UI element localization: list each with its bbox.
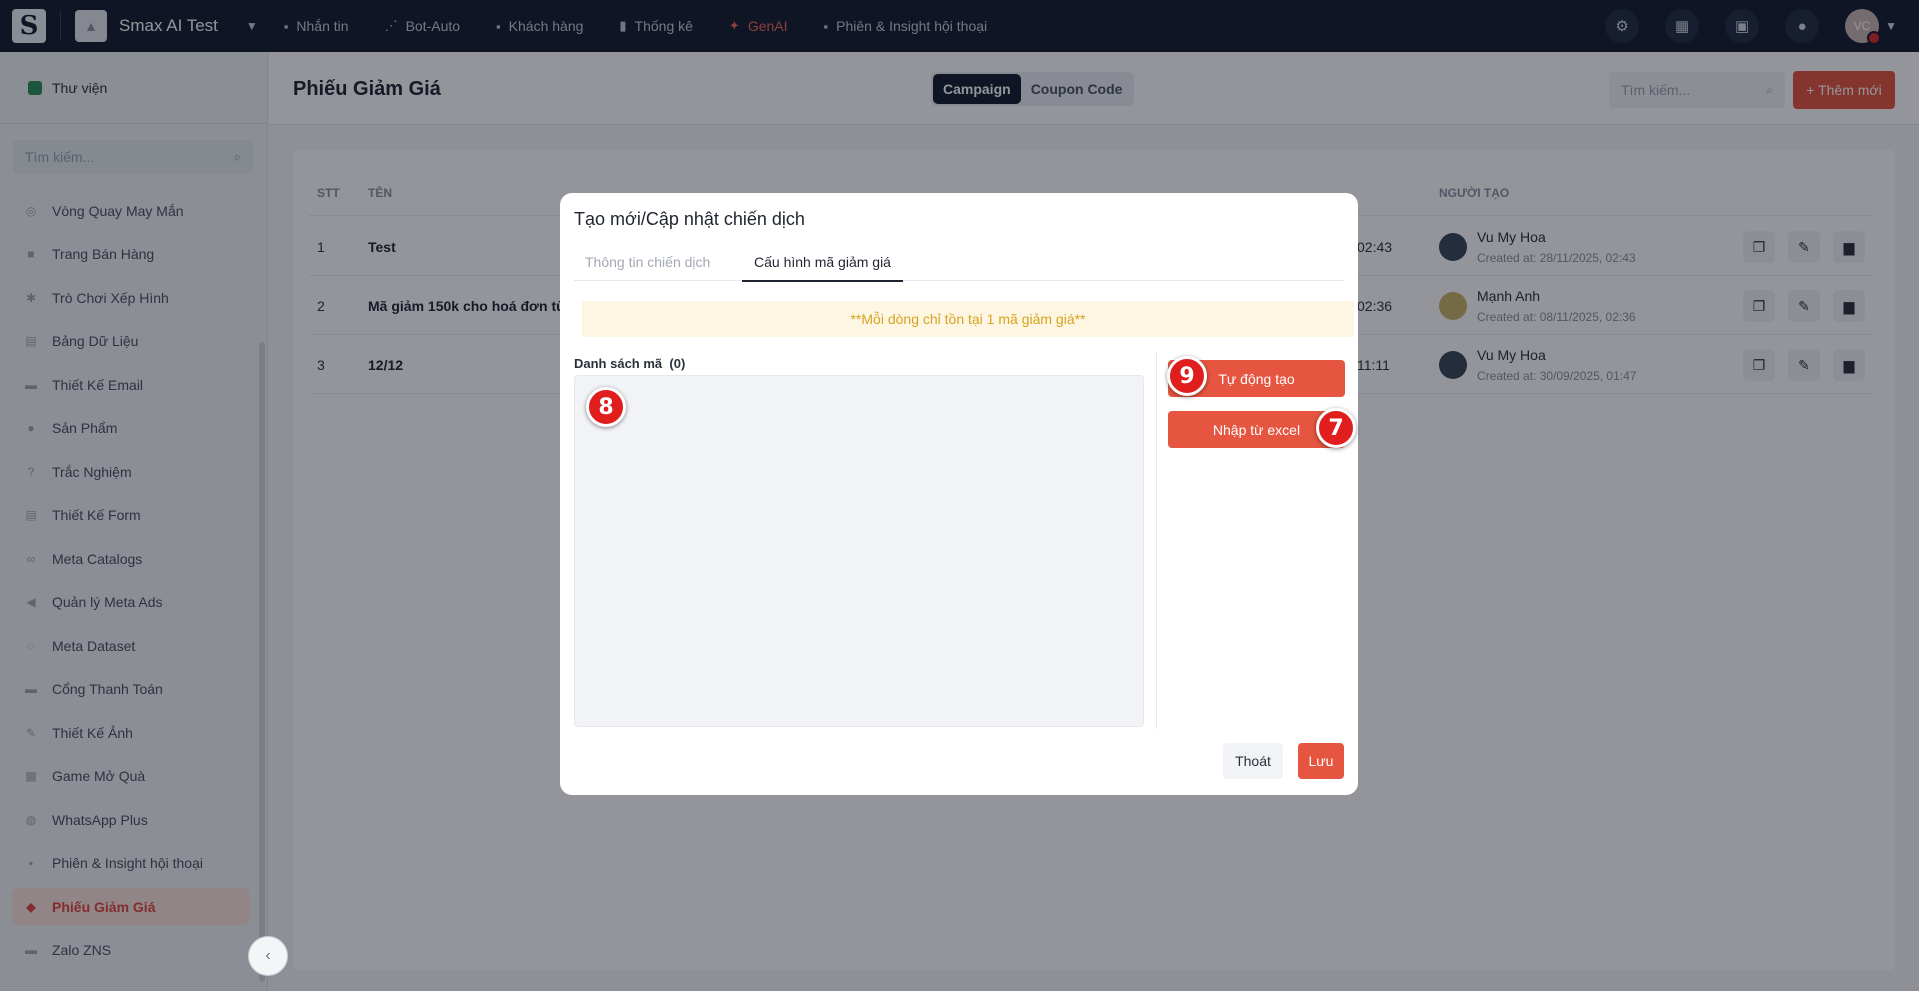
code-list-title: Danh sách mã: [574, 356, 663, 371]
notice-banner: **Mỗi dòng chỉ tồn tại 1 mã giảm giá**: [582, 301, 1354, 337]
marker-7: 7: [1316, 408, 1356, 448]
tab-coupon-config[interactable]: Cấu hình mã giảm giá: [742, 243, 903, 282]
code-list-label: Danh sách mã (0): [574, 356, 685, 371]
collapse-sidebar-chevron-left-icon[interactable]: ‹: [248, 936, 288, 976]
exit-button[interactable]: Thoát: [1223, 743, 1283, 779]
modal-tabs: Thông tin chiến dịch Cấu hình mã giảm gi…: [574, 243, 1344, 282]
marker-8: 8: [586, 387, 626, 427]
tab-campaign-info[interactable]: Thông tin chiến dịch: [585, 243, 710, 281]
code-count: (0): [669, 356, 686, 371]
save-button[interactable]: Lưu: [1298, 743, 1344, 779]
coupon-codes-textarea[interactable]: [574, 375, 1144, 727]
divider: [1156, 353, 1157, 729]
campaign-modal: Tạo mới/Cập nhật chiến dịch Thông tin ch…: [560, 193, 1358, 795]
marker-9: 9: [1167, 356, 1207, 396]
modal-title: Tạo mới/Cập nhật chiến dịch: [574, 209, 805, 229]
